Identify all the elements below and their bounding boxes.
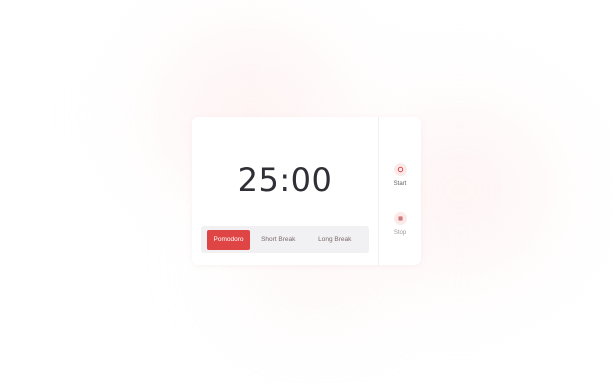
stop-label: Stop [393, 230, 407, 236]
start-label: Start [393, 181, 407, 187]
controls-panel: Start Stop [379, 117, 421, 265]
start-button[interactable]: Start [379, 163, 421, 187]
stop-square-icon [393, 212, 407, 225]
pomodoro-card: 25:00 Pomodoro Short Break Long Break St… [192, 117, 421, 265]
timer-panel: 25:00 Pomodoro Short Break Long Break [192, 117, 378, 265]
mode-selector: Pomodoro Short Break Long Break [201, 226, 369, 253]
timer-display: 25:00 [237, 161, 333, 199]
mode-pomodoro-button[interactable]: Pomodoro [207, 229, 250, 250]
stop-button[interactable]: Stop [379, 212, 421, 236]
page-background: 25:00 Pomodoro Short Break Long Break St… [0, 0, 612, 383]
play-circle-icon [393, 163, 407, 176]
mode-long-break-button[interactable]: Long Break [307, 230, 364, 250]
mode-short-break-button[interactable]: Short Break [250, 230, 307, 250]
